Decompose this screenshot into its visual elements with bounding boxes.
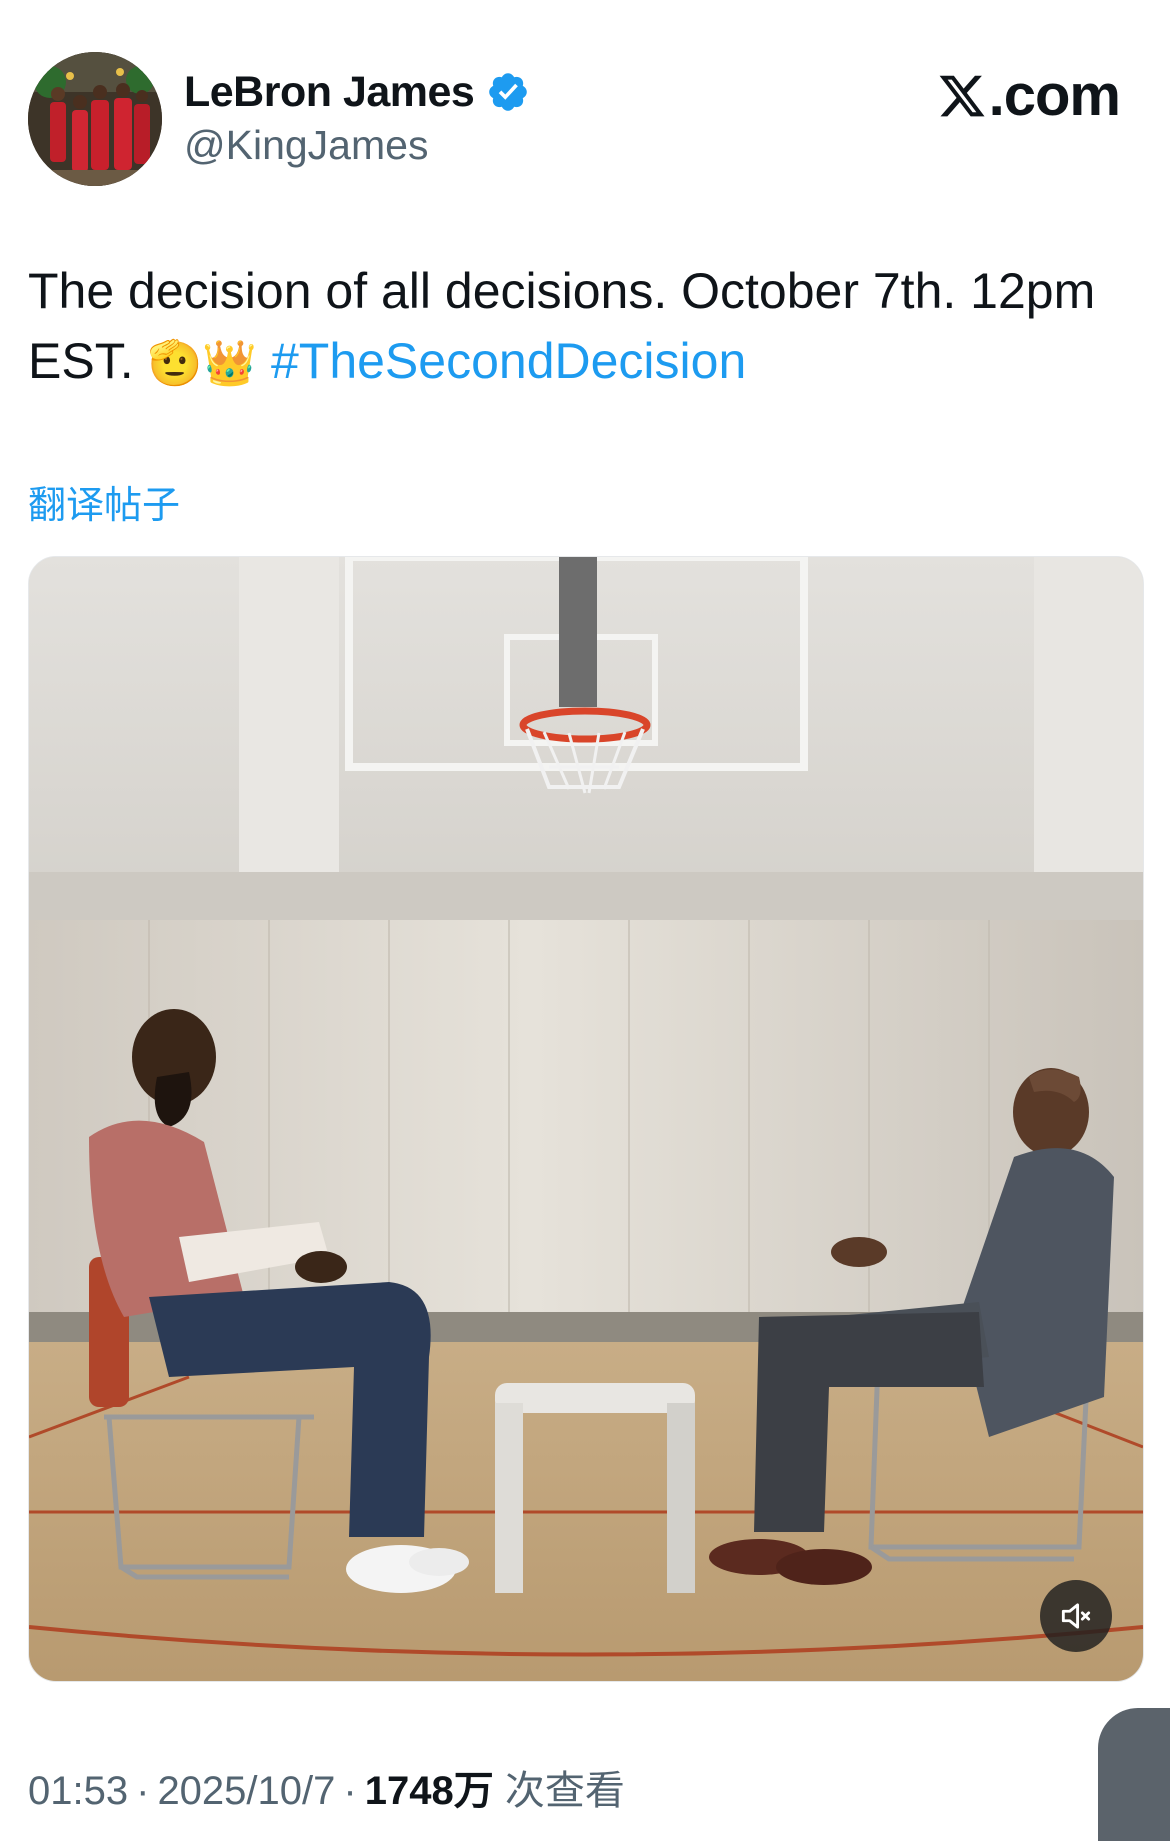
- author-name-row[interactable]: LeBron James: [184, 64, 530, 120]
- translate-post-link[interactable]: 翻译帖子: [28, 474, 180, 529]
- tweet-meta: 01:53 · 2025/10/7 · 1748万 次查看: [28, 1758, 625, 1816]
- video-frame: [29, 557, 1143, 1681]
- tweet-screenshot: LeBron James @KingJames .com The decisio…: [0, 0, 1170, 1841]
- tweet-text: The decision of all decisions. October 7…: [28, 256, 1138, 399]
- mute-icon: [1061, 1603, 1091, 1629]
- views-count: 1748万: [364, 1769, 494, 1813]
- verified-badge-icon: [489, 73, 528, 111]
- mute-button[interactable]: [1040, 1580, 1112, 1652]
- site-logo-text: .com: [988, 63, 1121, 128]
- video-player[interactable]: [28, 556, 1144, 1682]
- post-time[interactable]: 01:53: [28, 1769, 128, 1813]
- hashtag-link[interactable]: #TheSecondDecision: [271, 333, 746, 389]
- display-name[interactable]: LeBron James: [184, 68, 475, 117]
- author-handle[interactable]: @KingJames: [184, 122, 428, 169]
- avatar[interactable]: [28, 52, 162, 186]
- separator-dot: ·: [136, 1769, 150, 1813]
- tweet-emoji: 🫡👑: [147, 338, 258, 389]
- x-icon: [939, 75, 985, 116]
- x-logo: .com: [937, 62, 1121, 129]
- views-label: 次查看: [504, 1769, 625, 1813]
- separator-dot: ·: [343, 1769, 357, 1813]
- post-date[interactable]: 2025/10/7: [157, 1769, 335, 1813]
- floating-button-edge[interactable]: [1098, 1708, 1170, 1841]
